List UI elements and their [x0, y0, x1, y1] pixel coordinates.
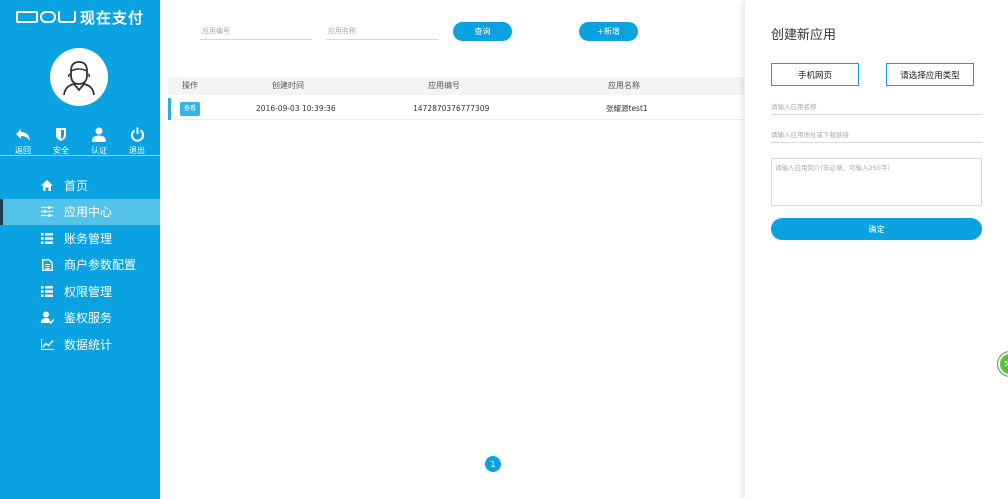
sidebar-item-auth-service[interactable]: 鉴权服务: [0, 305, 160, 332]
app-id-input[interactable]: [200, 22, 312, 40]
sidebar-item-label: 数据统计: [64, 337, 113, 352]
pagination-page-1[interactable]: 1: [485, 456, 501, 472]
sidebar-item-label: 权限管理: [64, 284, 113, 299]
panel-app-url-input[interactable]: [771, 127, 982, 143]
user-icon: [92, 127, 106, 142]
sidebar-item-label: 首页: [64, 178, 89, 193]
logo-mark-icon: [16, 11, 76, 23]
sidebar: 现在支付 返回 安全 认证 退出 首页 应用中心 账务管理 商户参数配置 权限管…: [0, 0, 160, 499]
sidebar-item-label: 账务管理: [64, 231, 113, 246]
list-icon: [41, 285, 53, 297]
add-button[interactable]: +新增: [579, 22, 638, 41]
main-content: 查询 +新增 操作 创建时间 应用编号 应用名称 查看 2016-09-03 1…: [160, 0, 744, 499]
verify-button[interactable]: 认证: [82, 122, 116, 156]
sidebar-item-label: 商户参数配置: [64, 258, 137, 273]
sidebar-item-statistics[interactable]: 数据统计: [0, 331, 160, 358]
sidebar-item-accounting[interactable]: 账务管理: [0, 225, 160, 252]
brand-logo[interactable]: 现在支付: [16, 6, 144, 28]
column-header-created: 创建时间: [272, 81, 304, 90]
user-avatar-icon: [63, 61, 95, 96]
panel-title: 创建新应用: [771, 28, 837, 43]
column-header-app-id: 应用编号: [428, 81, 460, 90]
confirm-button[interactable]: 确定: [771, 218, 982, 240]
app-type-select-button[interactable]: 请选择应用类型: [886, 63, 974, 86]
table-header: 操作 创建时间 应用编号 应用名称: [168, 77, 744, 95]
sidebar-item-permissions[interactable]: 权限管理: [0, 278, 160, 305]
row-selected-marker: [168, 98, 171, 120]
logout-button[interactable]: 退出: [120, 122, 154, 156]
list-icon: [41, 232, 53, 244]
app-type-mobile-button[interactable]: 手机网页: [771, 63, 859, 86]
view-button[interactable]: 查看: [180, 102, 200, 116]
back-button[interactable]: 返回: [6, 122, 40, 156]
sidebar-item-app-center[interactable]: 应用中心: [0, 198, 160, 225]
security-button[interactable]: 安全: [44, 122, 78, 156]
column-header-app-name: 应用名称: [608, 81, 640, 90]
cell-created: 2016-09-03 10:39:36: [256, 104, 336, 113]
user-check-icon: [40, 311, 54, 325]
query-button[interactable]: 查询: [453, 22, 512, 41]
create-app-panel: 创建新应用 手机网页 请选择应用类型 确定: [745, 0, 1008, 499]
chart-line-icon: [40, 338, 54, 350]
sidebar-divider: [0, 155, 160, 156]
panel-app-desc-textarea[interactable]: [771, 158, 982, 206]
power-icon: [130, 127, 144, 142]
panel-app-name-input[interactable]: [771, 99, 982, 115]
brand-name: 现在支付: [80, 8, 145, 27]
sidebar-item-merchant-config[interactable]: 商户参数配置: [0, 252, 160, 279]
cell-app-id: 1472870376777309: [413, 104, 490, 113]
avatar[interactable]: [50, 48, 108, 106]
home-icon: [41, 179, 53, 191]
app-name-input[interactable]: [326, 22, 438, 40]
sidebar-item-label: 鉴权服务: [64, 311, 113, 326]
back-arrow-icon: [16, 129, 30, 141]
table-row: 查看 2016-09-03 10:39:36 1472870376777309 …: [168, 98, 744, 120]
quick-actions: 返回 安全 认证 退出: [4, 122, 156, 156]
sidebar-nav: 首页 应用中心 账务管理 商户参数配置 权限管理 鉴权服务 数据统计: [0, 172, 160, 358]
shield-icon: [56, 128, 66, 141]
column-header-action: 操作: [182, 81, 198, 90]
sidebar-item-label: 应用中心: [64, 205, 113, 220]
cell-app-name: 张耀源test1: [606, 104, 648, 113]
sliders-icon: [41, 206, 53, 218]
document-icon: [41, 258, 53, 271]
sidebar-item-home[interactable]: 首页: [0, 172, 160, 199]
